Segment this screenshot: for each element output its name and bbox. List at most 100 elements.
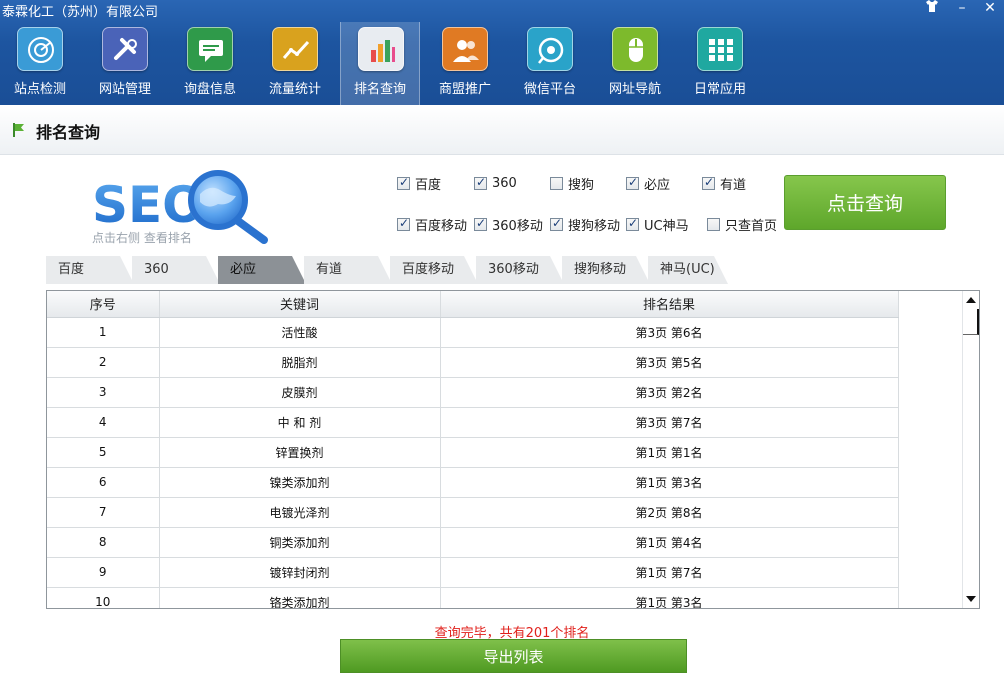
trend-icon (272, 27, 318, 71)
window-title: 泰霖化工（苏州）有限公司 (2, 5, 159, 20)
query-button[interactable]: 点击查询 (784, 175, 946, 230)
table-row[interactable]: 5 锌置换剂 第1页 第1名 (47, 437, 899, 468)
skin-icon[interactable] (920, 0, 944, 18)
toolbar-item-bar-chart[interactable]: 排名查询 (340, 22, 420, 105)
cell-keyword: 皮膜剂 (159, 377, 441, 408)
cell-rank: 第3页 第2名 (440, 377, 899, 408)
engine-checkbox[interactable]: 搜狗 (550, 174, 594, 193)
cell-index: 4 (47, 407, 160, 438)
engine-checkbox[interactable]: 百度 (397, 174, 442, 193)
column-header-keyword[interactable]: 关键词 (159, 291, 441, 318)
cell-keyword: 铜类添加剂 (159, 527, 441, 558)
engine-tab[interactable]: 神马(UC) (648, 256, 728, 284)
close-icon[interactable]: ✕ (978, 0, 1002, 18)
engine-tab[interactable]: 有道 (304, 256, 392, 284)
toolbar-item-label: 商盟推广 (438, 82, 491, 97)
toolbar-item-wechat[interactable]: 微信平台 (510, 22, 590, 105)
toolbar-item-label: 网站管理 (98, 82, 151, 97)
tools-icon (102, 27, 148, 71)
cell-index: 3 (47, 377, 160, 408)
users-icon (442, 27, 488, 71)
toolbar-item-message[interactable]: 询盘信息 (170, 22, 250, 105)
page-header: 排名查询 (0, 105, 1004, 155)
checkbox-checked-icon[interactable] (626, 216, 639, 231)
cell-rank: 第3页 第6名 (440, 317, 899, 348)
engine-tab[interactable]: 360 (132, 256, 220, 284)
engine-tab[interactable]: 必应 (218, 256, 306, 284)
engine-tabs: 百度 360 必应 有道 百度移动 360移动 搜狗移动 神马(UC) (46, 256, 746, 284)
minimize-icon[interactable]: – (950, 0, 974, 18)
checkbox-checked-icon[interactable] (550, 216, 563, 231)
column-header-rank[interactable]: 排名结果 (440, 291, 899, 318)
engine-checkbox[interactable]: 必应 (626, 174, 671, 193)
cell-index: 1 (47, 317, 160, 348)
table-row[interactable]: 1 活性酸 第3页 第6名 (47, 317, 899, 348)
engine-checkbox-label: 百度 (415, 177, 442, 193)
engine-checkbox[interactable]: 360 (474, 174, 517, 192)
engine-tab[interactable]: 百度移动 (390, 256, 478, 284)
engine-checkbox-label: UC神马 (644, 218, 689, 234)
column-header-index[interactable]: 序号 (47, 291, 160, 318)
export-button[interactable]: 导出列表 (340, 639, 687, 673)
cell-rank: 第2页 第8名 (440, 497, 899, 528)
cell-rank: 第3页 第7名 (440, 407, 899, 438)
table-row[interactable]: 9 镀锌封闭剂 第1页 第7名 (47, 557, 899, 588)
cell-keyword: 电镀光泽剂 (159, 497, 441, 528)
engine-checkbox[interactable]: 360移动 (474, 215, 543, 234)
checkbox-checked-icon[interactable] (702, 175, 715, 190)
toolbar-item-trend[interactable]: 流量统计 (255, 22, 335, 105)
cell-keyword: 脱脂剂 (159, 347, 441, 378)
table-row[interactable]: 4中 和 剂第3页 第7名 (47, 407, 899, 438)
toolbar-item-mouse[interactable]: 网址导航 (595, 22, 675, 105)
table-row[interactable]: 7 电镀光泽剂 第2页 第8名 (47, 497, 899, 528)
engine-checkbox[interactable]: 只查首页 (707, 215, 777, 234)
cell-index: 7 (47, 497, 160, 528)
checkbox-checked-icon[interactable] (397, 175, 410, 190)
toolbar-item-apps-grid[interactable]: 日常应用 (680, 22, 760, 105)
table-row[interactable]: 3 皮膜剂 第3页 第2名 (47, 377, 899, 408)
table-row[interactable]: 2 脱脂剂 第3页 第5名 (47, 347, 899, 378)
app-header: 泰霖化工（苏州）有限公司 – ✕ 站点检测 网站管理 询盘信息 流量统计 排名查询 商盟推… (0, 0, 1004, 105)
toolbar-item-label: 日常应用 (693, 82, 746, 97)
cell-rank: 第1页 第3名 (440, 467, 899, 498)
engine-checkbox[interactable]: 有道 (702, 174, 746, 193)
scroll-up-icon[interactable] (966, 297, 976, 303)
scroll-down-icon[interactable] (966, 596, 976, 602)
checkbox-checked-icon[interactable] (626, 175, 639, 190)
checkbox-unchecked-icon[interactable] (707, 217, 720, 231)
engine-tab[interactable]: 360移动 (476, 256, 564, 284)
logo-subtitle: 点击右侧 查看排名 (92, 231, 192, 245)
vertical-scrollbar[interactable] (962, 291, 979, 608)
wechat-icon (527, 27, 573, 71)
toolbar-item-label: 排名查询 (353, 82, 406, 97)
table-row[interactable]: 6 镍类添加剂 第1页 第3名 (47, 467, 899, 498)
engine-checkbox[interactable]: 搜狗移动 (550, 215, 621, 234)
checkbox-checked-icon[interactable] (474, 216, 487, 231)
engine-tab[interactable]: 搜狗移动 (562, 256, 650, 284)
engine-checkbox[interactable]: UC神马 (626, 215, 689, 234)
toolbar-item-tools[interactable]: 网站管理 (85, 22, 165, 105)
apps-grid-icon (697, 27, 743, 71)
table-row[interactable]: 8 铜类添加剂 第1页 第4名 (47, 527, 899, 558)
cell-rank: 第1页 第7名 (440, 557, 899, 588)
engine-checkbox-label: 搜狗移动 (568, 218, 621, 234)
checkbox-checked-icon[interactable] (474, 175, 487, 190)
engine-checkbox[interactable]: 百度移动 (397, 215, 467, 234)
toolbar-item-users[interactable]: 商盟推广 (425, 22, 505, 105)
cell-index: 10 (47, 587, 160, 608)
engine-checkbox-label: 360移动 (492, 218, 543, 234)
scrollbar-thumb[interactable] (963, 309, 979, 335)
table-row[interactable]: 10 铬类添加剂 第1页 第3名 (47, 587, 899, 608)
engine-tab[interactable]: 百度 (46, 256, 134, 284)
toolbar-item-label: 微信平台 (523, 82, 576, 97)
checkbox-checked-icon[interactable] (397, 216, 410, 231)
flag-icon (13, 123, 24, 137)
toolbar-item-label: 询盘信息 (183, 82, 236, 97)
cell-keyword: 镍类添加剂 (159, 467, 441, 498)
toolbar-item-radar[interactable]: 站点检测 (0, 22, 80, 105)
checkbox-unchecked-icon[interactable] (550, 176, 563, 190)
cell-index: 2 (47, 347, 160, 378)
engine-checkbox-label: 必应 (644, 177, 671, 193)
cell-rank: 第3页 第5名 (440, 347, 899, 378)
cell-index: 5 (47, 437, 160, 468)
